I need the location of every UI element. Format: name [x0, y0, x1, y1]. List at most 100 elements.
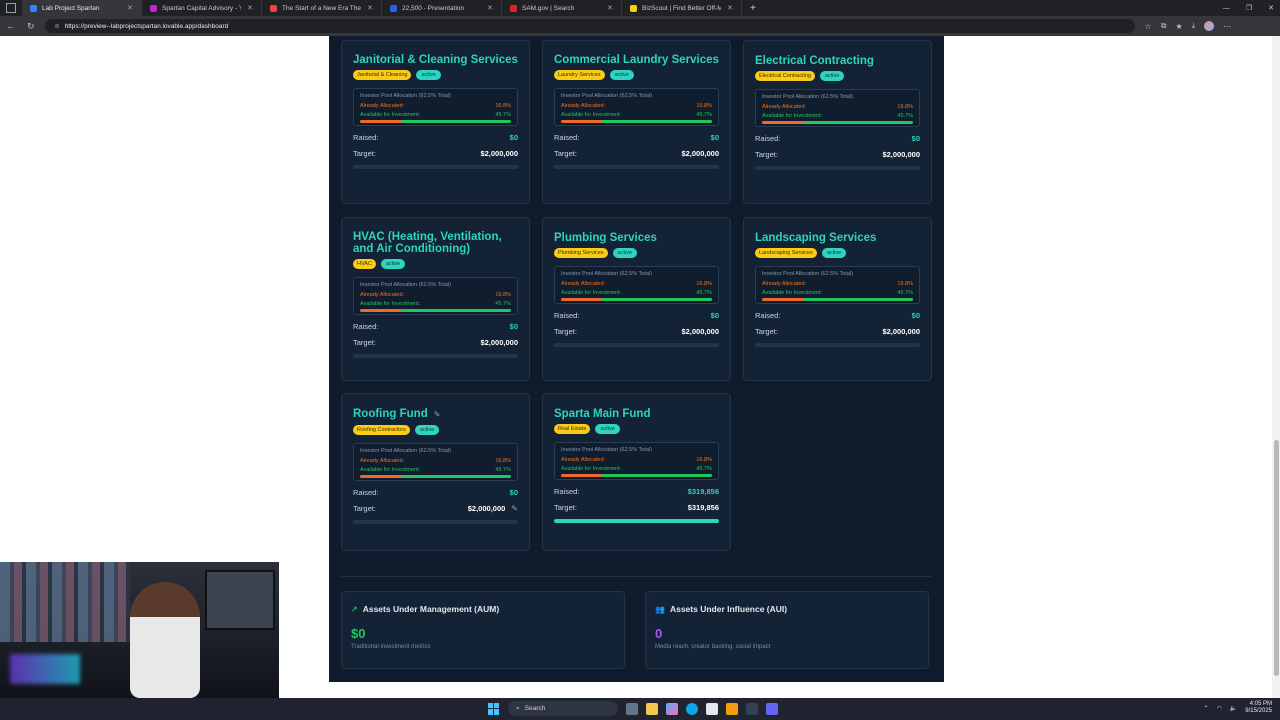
funding-progress-bar	[554, 519, 719, 523]
status-badge: active	[414, 425, 440, 435]
allocated-label: Already Allocated:	[762, 104, 807, 110]
tab-lab-project-spartan[interactable]: Lab Project Spartan ✕	[22, 0, 142, 16]
funding-progress-bar	[755, 343, 920, 347]
allocated-label: Already Allocated:	[561, 281, 606, 287]
address-bar-row: ← ↻ ⊜ https://preview--labprojectspartan…	[0, 16, 1280, 36]
allocated-label: Already Allocated:	[561, 103, 606, 109]
fund-card-laundry[interactable]: Commercial Laundry Services Laundry Serv…	[542, 40, 731, 204]
raised-value: $0	[509, 322, 518, 331]
close-icon[interactable]: ✕	[727, 4, 733, 12]
allocated-segment	[561, 474, 602, 477]
page-scrollbar[interactable]	[1272, 36, 1280, 699]
close-icon[interactable]: ✕	[127, 4, 133, 12]
close-icon[interactable]: ✕	[487, 4, 493, 12]
available-segment	[400, 475, 511, 478]
pencil-icon[interactable]: ✎	[434, 410, 441, 419]
scrollbar-thumb[interactable]	[1274, 440, 1279, 676]
reload-icon[interactable]: ↻	[27, 21, 35, 32]
new-tab-icon[interactable]: +	[750, 3, 756, 14]
tab-label: BizScout | Find Better Off-Market	[642, 4, 722, 12]
fund-title: Electrical Contracting	[755, 55, 874, 67]
aui-title: Assets Under Influence (AUI)	[669, 604, 788, 614]
minimize-icon[interactable]: —	[1223, 5, 1230, 12]
status-badge: active	[595, 424, 620, 434]
app-icon[interactable]	[726, 702, 738, 715]
tab-spartan-capital[interactable]: Spartan Capital Advisory - Your O ✕	[142, 0, 262, 16]
allocated-label: Already Allocated:	[360, 103, 405, 109]
terminal-icon[interactable]	[746, 702, 758, 715]
close-icon[interactable]: ✕	[607, 4, 613, 12]
available-value: 45.7%	[495, 467, 511, 473]
available-label: Available for Investment:	[360, 112, 421, 118]
tab-label: 22,500 - Presentation	[402, 4, 465, 12]
available-segment	[601, 120, 712, 123]
status-badge: active	[380, 259, 406, 269]
copilot-icon[interactable]	[666, 702, 678, 715]
investor-pool-panel: Investor Pool Allocation (62.5% Total) A…	[755, 89, 920, 127]
back-icon[interactable]: ←	[6, 21, 15, 31]
favicon	[30, 4, 37, 12]
allocated-segment	[360, 120, 401, 123]
pool-title: Investor Pool Allocation (62.5% Total)	[360, 448, 452, 454]
available-segment	[802, 298, 913, 301]
url-text: https://preview--labprojectspartan.lovab…	[64, 22, 229, 30]
dashboard: Janitorial & Cleaning Services Janitoria…	[329, 36, 944, 682]
status-badge: active	[612, 248, 637, 258]
downloads-icon[interactable]: ⤓	[1192, 21, 1196, 31]
maximize-icon[interactable]: ❐	[1246, 4, 1252, 12]
extensions-icon[interactable]: ⧉	[1161, 21, 1167, 31]
tab-presentation[interactable]: 22,500 - Presentation ✕	[382, 0, 502, 16]
favorites-icon[interactable]: ★	[1175, 22, 1182, 31]
taskbar-search[interactable]: ⌕ Search	[508, 701, 618, 716]
menu-icon[interactable]: ⋯	[1223, 22, 1231, 31]
clock[interactable]: 4:05 PM 9/15/2025	[1245, 701, 1272, 715]
fund-card-hvac[interactable]: HVAC (Heating, Ventilation, and Air Cond…	[341, 217, 530, 381]
funding-progress-bar	[353, 165, 518, 169]
tab-bizscout[interactable]: BizScout | Find Better Off-Market ✕	[622, 0, 742, 16]
users-icon: 👥	[655, 604, 665, 614]
aum-title: Assets Under Management (AUM)	[362, 604, 500, 614]
available-label: Available for Investment:	[561, 290, 622, 296]
fund-card-electrical[interactable]: Electrical Contracting Electrical Contra…	[743, 40, 932, 204]
fund-card-plumbing[interactable]: Plumbing Services Plumbing Services activ…	[542, 217, 731, 381]
start-icon[interactable]	[488, 702, 500, 715]
funding-progress-bar	[554, 343, 719, 347]
file-explorer-icon[interactable]	[646, 702, 658, 715]
allocated-label: Already Allocated:	[360, 292, 405, 298]
profile-avatar[interactable]	[1204, 21, 1215, 31]
store-icon[interactable]	[706, 702, 718, 715]
pool-allocation-bar	[561, 298, 712, 301]
close-icon[interactable]: ✕	[367, 4, 373, 12]
star-icon[interactable]: ☆	[1145, 22, 1152, 31]
progress-fill	[554, 519, 719, 523]
tab-sam-gov[interactable]: SAM.gov | Search ✕	[502, 0, 622, 16]
fund-title: Sparta Main Fund	[554, 408, 651, 420]
pool-title: Investor Pool Allocation (62.5% Total)	[561, 93, 653, 99]
close-icon[interactable]: ✕	[247, 4, 253, 12]
target-value: $2,000,000	[467, 504, 506, 513]
tray-chevron-icon[interactable]: ⌃	[1204, 705, 1209, 712]
available-label: Available for Investment:	[762, 113, 823, 119]
site-info-icon[interactable]: ⊜	[55, 23, 60, 30]
task-view-icon[interactable]	[626, 702, 638, 715]
fund-title: Commercial Laundry Services	[554, 54, 719, 66]
edge-icon[interactable]	[686, 702, 698, 715]
allocated-segment	[561, 298, 602, 301]
tab-govfi[interactable]: The Start of a New Era The GovFi ✕	[262, 0, 382, 16]
target-label: Target:	[353, 504, 376, 513]
raised-value: $319,856	[687, 487, 719, 496]
fund-card-sparta-main[interactable]: Sparta Main Fund Real Estate active Inves…	[542, 393, 731, 551]
volume-icon[interactable]: 🔈	[1230, 705, 1237, 712]
wifi-icon[interactable]: ◠	[1217, 705, 1222, 712]
url-field[interactable]: ⊜ https://preview--labprojectspartan.lov…	[44, 19, 1135, 33]
app-icon[interactable]	[766, 702, 778, 715]
fund-card-janitorial[interactable]: Janitorial & Cleaning Services Janitoria…	[341, 40, 530, 204]
close-window-icon[interactable]: ✕	[1268, 4, 1274, 12]
fund-card-landscaping[interactable]: Landscaping Services Landscaping Service…	[743, 217, 932, 381]
search-label: Search	[524, 705, 546, 712]
pencil-icon[interactable]: ✎	[511, 504, 518, 513]
favicon	[390, 4, 397, 12]
favicon	[150, 4, 157, 12]
window-menu-icon[interactable]	[6, 3, 16, 13]
fund-card-roofing[interactable]: Roofing Fund ✎ Roofing Contractors active …	[341, 393, 530, 551]
